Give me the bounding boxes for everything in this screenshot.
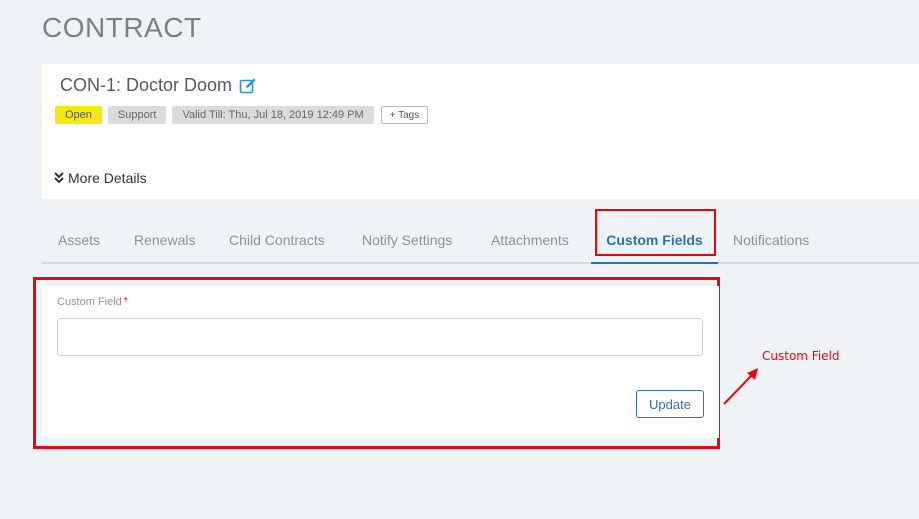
edit-icon[interactable] (239, 77, 257, 95)
tab-child-contracts[interactable]: Child Contracts (229, 220, 325, 262)
contract-name-text: CON-1: Doctor Doom (60, 75, 233, 95)
type-badge: Support (107, 106, 167, 124)
tab-notify-settings[interactable]: Notify Settings (362, 220, 452, 262)
tab-notifications[interactable]: Notifications (733, 220, 809, 262)
tab-renewals[interactable]: Renewals (134, 220, 195, 262)
custom-fields-tab-highlight (595, 209, 716, 256)
annotation-label: Custom Field (762, 349, 840, 363)
contract-title: CON-1: Doctor Doom (60, 75, 257, 96)
update-button[interactable]: Update (636, 390, 704, 418)
page-title: CONTRACT (42, 12, 202, 43)
contract-badges: Open Support Valid Till: Thu, Jul 18, 20… (55, 106, 429, 124)
custom-field-form: Custom Field * Update (42, 286, 719, 438)
annotation-arrow-icon (723, 368, 758, 405)
tab-assets[interactable]: Assets (58, 220, 100, 262)
contract-tabs: Assets Renewals Child Contracts Notify S… (42, 220, 919, 264)
status-badge: Open (55, 106, 102, 124)
double-chevron-down-icon (54, 172, 64, 184)
contract-header-card: CON-1: Doctor Doom Open Support Valid Ti… (42, 64, 919, 199)
required-marker: * (123, 296, 128, 307)
custom-field-input[interactable] (57, 318, 703, 356)
validity-badge: Valid Till: Thu, Jul 18, 2019 12:49 PM (172, 106, 374, 124)
more-details-label: More Details (68, 170, 147, 186)
contract-page: CONTRACT CON-1: Doctor Doom Open Support… (0, 0, 919, 519)
add-tags-button[interactable]: + Tags (380, 106, 429, 124)
tab-attachments[interactable]: Attachments (491, 220, 569, 262)
more-details-toggle[interactable]: More Details (54, 170, 147, 186)
custom-field-label: Custom Field * (57, 296, 128, 308)
